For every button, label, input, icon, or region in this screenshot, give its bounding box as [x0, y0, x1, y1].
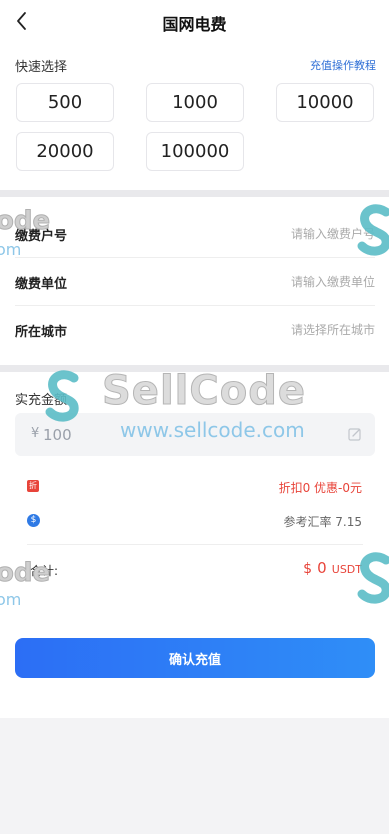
section-divider [0, 190, 389, 197]
header: 国网电费 [0, 0, 389, 44]
account-row: 缴费户号 [15, 210, 375, 258]
unit-input[interactable] [175, 269, 375, 295]
city-select[interactable] [175, 317, 375, 343]
account-label: 缴费户号 [15, 229, 68, 244]
page: 国网电费 快速选择 充值操作教程 500 1000 10000 20000 10… [0, 0, 389, 834]
exchange-rate-icon: $ [27, 514, 40, 527]
amount-option-100000[interactable]: 100000 [146, 132, 244, 171]
actual-amount-label: 实充金额 [15, 393, 68, 408]
exchange-rate-text: 参考汇率 7.15 [283, 515, 362, 529]
edit-icon [348, 428, 361, 441]
payment-card: 实充金额 ¥ 折 折扣0 优惠-0元 $ 参考汇率 7.15 合计: $ 0 U… [0, 372, 389, 718]
unit-row: 缴费单位 [15, 258, 375, 306]
bill-info-form: 缴费户号 缴费单位 所在城市 [0, 197, 389, 365]
amount-field[interactable]: ¥ [15, 413, 375, 456]
total-label: 合计: [30, 564, 59, 578]
total-amount: $ 0 USDT [303, 558, 362, 577]
amount-input[interactable] [43, 421, 323, 449]
confirm-recharge-button[interactable]: 确认充值 [15, 638, 375, 678]
amount-option-500[interactable]: 500 [16, 83, 114, 122]
unit-label: 缴费单位 [15, 277, 68, 292]
account-input[interactable] [175, 221, 375, 247]
quick-select-label: 快速选择 [15, 60, 68, 75]
recharge-tutorial-link[interactable]: 充值操作教程 [310, 57, 376, 73]
top-card: 国网电费 快速选择 充值操作教程 500 1000 10000 20000 10… [0, 0, 389, 190]
divider [27, 544, 363, 545]
amount-option-10000[interactable]: 10000 [276, 83, 374, 122]
total-value: 0 [317, 559, 327, 577]
city-label: 所在城市 [15, 325, 68, 340]
total-unit: USDT [331, 563, 362, 576]
currency-symbol: ¥ [31, 426, 40, 441]
amount-option-1000[interactable]: 1000 [146, 83, 244, 122]
discount-icon: 折 [27, 480, 39, 492]
amount-option-20000[interactable]: 20000 [16, 132, 114, 171]
page-title: 国网电费 [162, 15, 227, 34]
city-row[interactable]: 所在城市 [15, 306, 375, 354]
total-symbol: $ [303, 561, 313, 577]
section-divider [0, 365, 389, 372]
discount-text: 折扣0 优惠-0元 [278, 481, 362, 495]
